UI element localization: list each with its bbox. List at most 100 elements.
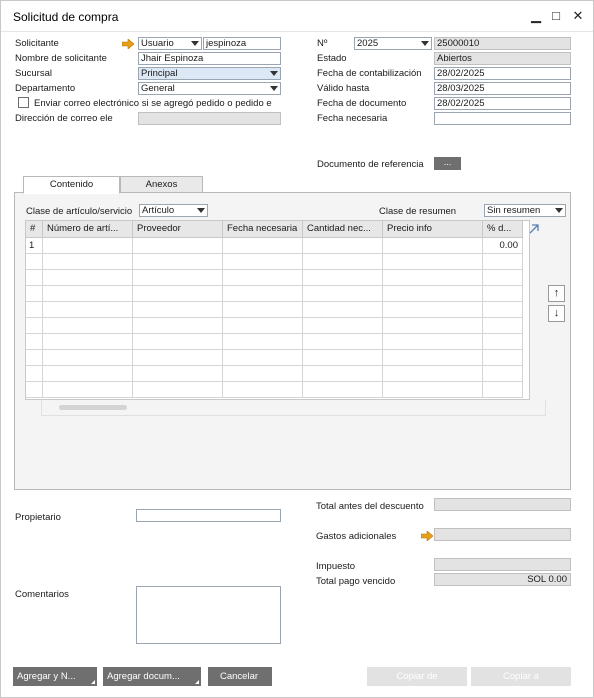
table-cell[interactable] — [223, 302, 303, 318]
solicitante-type-select[interactable]: Usuario — [138, 37, 202, 50]
table-cell[interactable] — [303, 302, 383, 318]
col-header-discount[interactable]: % d... — [483, 221, 523, 238]
table-cell[interactable] — [43, 350, 133, 366]
table-row[interactable]: 1 0.00 — [26, 238, 523, 254]
table-cell[interactable] — [483, 366, 523, 382]
table-cell[interactable] — [133, 318, 223, 334]
table-cell[interactable] — [43, 270, 133, 286]
table-cell[interactable] — [483, 334, 523, 350]
expand-columns-icon[interactable] — [528, 223, 540, 235]
table-row[interactable] — [26, 318, 523, 334]
table-cell[interactable] — [383, 318, 483, 334]
move-up-button[interactable]: ↑ — [548, 285, 565, 302]
table-cell[interactable] — [483, 382, 523, 398]
table-cell[interactable] — [383, 334, 483, 350]
maximize-icon[interactable]: □ — [547, 7, 565, 25]
table-row[interactable] — [26, 270, 523, 286]
table-cell[interactable] — [383, 254, 483, 270]
tab-contenido[interactable]: Contenido — [23, 176, 120, 194]
table-row[interactable] — [26, 286, 523, 302]
table-cell[interactable] — [43, 286, 133, 302]
table-cell[interactable] — [43, 254, 133, 270]
table-cell[interactable] — [303, 366, 383, 382]
col-header-item-number[interactable]: Número de artí... — [43, 221, 133, 238]
sucursal-select[interactable]: Principal — [138, 67, 281, 80]
table-cell[interactable] — [483, 350, 523, 366]
table-cell[interactable] — [223, 366, 303, 382]
table-cell[interactable] — [133, 302, 223, 318]
table-cell[interactable]: 0.00 — [483, 238, 523, 254]
table-cell[interactable] — [223, 318, 303, 334]
table-cell[interactable] — [133, 382, 223, 398]
doc-ref-button[interactable]: ... — [434, 157, 461, 170]
table-cell[interactable] — [43, 238, 133, 254]
col-header-index[interactable]: # — [26, 221, 43, 238]
solicitante-code-field[interactable]: jespinoza — [203, 37, 281, 50]
table-cell[interactable] — [223, 334, 303, 350]
table-cell[interactable] — [483, 318, 523, 334]
link-arrow-icon[interactable] — [122, 39, 134, 49]
fecha-nec-field[interactable] — [434, 112, 571, 125]
items-table[interactable]: # Número de artí... Proveedor Fecha nece… — [25, 220, 539, 400]
table-cell[interactable] — [383, 366, 483, 382]
minimize-icon[interactable]: ▁ — [527, 7, 545, 25]
table-row[interactable] — [26, 382, 523, 398]
table-row[interactable] — [26, 350, 523, 366]
departamento-select[interactable]: General — [138, 82, 281, 95]
cancel-button[interactable]: Cancelar — [208, 667, 272, 686]
table-cell[interactable] — [223, 238, 303, 254]
add-document-button[interactable]: Agregar docum... — [103, 667, 201, 686]
table-cell[interactable] — [133, 238, 223, 254]
table-cell[interactable] — [483, 302, 523, 318]
table-cell[interactable] — [43, 318, 133, 334]
add-and-new-button[interactable]: Agregar y N... — [13, 667, 97, 686]
table-cell[interactable] — [383, 238, 483, 254]
table-cell[interactable] — [133, 350, 223, 366]
table-row[interactable] — [26, 334, 523, 350]
table-row[interactable] — [26, 302, 523, 318]
table-row[interactable] — [26, 366, 523, 382]
send-email-checkbox[interactable] — [18, 97, 29, 108]
propietario-field[interactable] — [136, 509, 281, 522]
table-cell[interactable] — [133, 270, 223, 286]
table-cell[interactable] — [303, 286, 383, 302]
table-cell[interactable] — [303, 318, 383, 334]
table-cell[interactable] — [223, 350, 303, 366]
table-cell[interactable] — [303, 238, 383, 254]
table-cell[interactable] — [43, 382, 133, 398]
clase-resumen-select[interactable]: Sin resumen — [484, 204, 566, 217]
table-cell[interactable] — [303, 382, 383, 398]
col-header-required-qty[interactable]: Cantidad nec... — [303, 221, 383, 238]
fecha-doc-field[interactable]: 28/02/2025 — [434, 97, 571, 110]
table-cell[interactable] — [133, 334, 223, 350]
col-header-info-price[interactable]: Precio info — [383, 221, 483, 238]
table-cell[interactable] — [223, 286, 303, 302]
move-down-button[interactable]: ↓ — [548, 305, 565, 322]
link-arrow-icon[interactable] — [421, 531, 433, 541]
table-cell[interactable] — [43, 366, 133, 382]
close-icon[interactable]: ✕ — [569, 7, 587, 25]
table-cell[interactable] — [383, 382, 483, 398]
comentarios-textarea[interactable] — [136, 586, 281, 644]
table-row[interactable] — [26, 254, 523, 270]
table-cell[interactable] — [133, 366, 223, 382]
table-cell[interactable] — [383, 286, 483, 302]
table-cell[interactable] — [383, 350, 483, 366]
col-header-required-date[interactable]: Fecha necesaria — [223, 221, 303, 238]
table-cell[interactable] — [303, 270, 383, 286]
table-cell[interactable] — [383, 270, 483, 286]
nombre-field[interactable]: Jhair Espinoza — [138, 52, 281, 65]
table-cell[interactable] — [483, 270, 523, 286]
table-cell[interactable] — [303, 350, 383, 366]
table-cell[interactable] — [133, 286, 223, 302]
valido-field[interactable]: 28/03/2025 — [434, 82, 571, 95]
table-cell[interactable] — [223, 382, 303, 398]
clase-articulo-select[interactable]: Artículo — [139, 204, 208, 217]
copy-to-button[interactable]: Copiar a — [471, 667, 571, 686]
table-cell[interactable] — [43, 334, 133, 350]
table-cell[interactable] — [483, 254, 523, 270]
table-cell[interactable] — [223, 270, 303, 286]
serie-select[interactable]: 2025 — [354, 37, 432, 50]
table-cell[interactable] — [383, 302, 483, 318]
fecha-contab-field[interactable]: 28/02/2025 — [434, 67, 571, 80]
